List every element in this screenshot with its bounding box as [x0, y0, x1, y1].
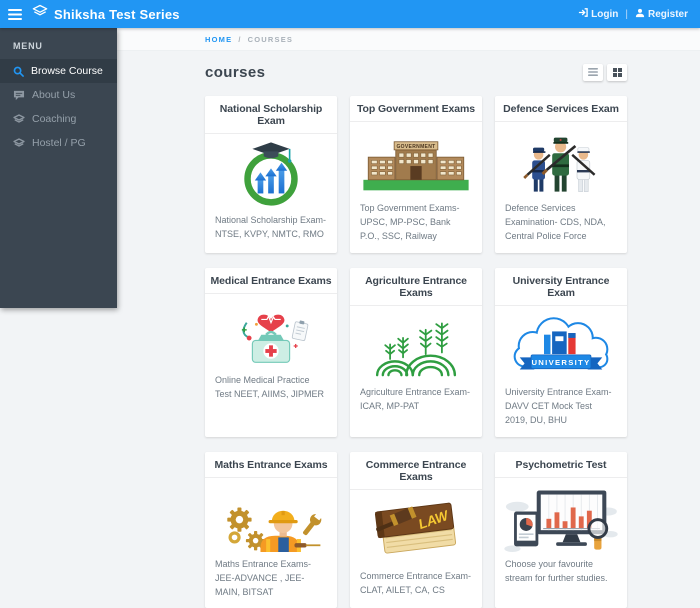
app-title: Shiksha Test Series	[54, 7, 180, 22]
page-title: courses	[205, 64, 265, 81]
hamburger-icon[interactable]	[0, 0, 30, 28]
engineer-gears-icon	[205, 478, 337, 554]
soldiers-icon	[495, 122, 627, 198]
sidebar-item-browse-course[interactable]: Browse Course	[0, 59, 117, 83]
sidebar-item-hostel-pg[interactable]: Hostel / PG	[0, 131, 117, 155]
university-cloud-icon: UNIVERSITY	[495, 306, 627, 382]
auth-separator: |	[625, 9, 628, 20]
analytics-monitor-icon	[495, 478, 627, 554]
search-icon	[13, 66, 24, 77]
course-card-agriculture[interactable]: Agriculture Entrance Exams	[350, 268, 482, 437]
university-banner-text: UNIVERSITY	[531, 358, 590, 367]
sidebar-menu-label: MENU	[0, 28, 117, 59]
layers-icon	[13, 114, 25, 125]
layers-icon	[13, 138, 25, 149]
login-arrow-icon	[578, 8, 588, 20]
course-card-defence[interactable]: Defence Services Exam	[495, 96, 627, 253]
sidebar-item-coaching[interactable]: Coaching	[0, 107, 117, 131]
breadcrumb-current: COURSES	[248, 35, 294, 44]
course-card-psychometric[interactable]: Psychometric Test	[495, 452, 627, 608]
layers-logo-icon	[32, 4, 48, 24]
course-card-top-government[interactable]: Top Government Exams	[350, 96, 482, 253]
government-building-icon: GOVERNMENT	[350, 122, 482, 198]
chat-icon	[13, 90, 25, 101]
app-header: Shiksha Test Series Login | Register	[0, 0, 700, 28]
scholarship-growth-icon	[205, 134, 337, 210]
grid-view-icon[interactable]	[607, 64, 627, 81]
breadcrumb-home-link[interactable]: HOME	[205, 35, 232, 44]
medical-kit-icon	[205, 294, 337, 370]
farm-field-icon	[350, 306, 482, 382]
login-link[interactable]: Login	[578, 8, 618, 20]
main-area: HOME / COURSES courses National Scholars…	[117, 28, 700, 532]
course-card-commerce[interactable]: Commerce Entrance Exams LAW	[350, 452, 482, 608]
government-banner-text: GOVERNMENT	[396, 144, 435, 150]
sidebar-item-about-us[interactable]: About Us	[0, 83, 117, 107]
register-link[interactable]: Register	[635, 8, 688, 21]
course-card-university[interactable]: University Entrance Exam	[495, 268, 627, 437]
sidebar: MENU Browse Course About Us Coaching	[0, 28, 117, 308]
breadcrumb: HOME / COURSES	[117, 28, 700, 51]
list-view-icon[interactable]	[583, 64, 603, 81]
course-grid: National Scholarship Exam	[205, 96, 627, 608]
course-card-maths[interactable]: Maths Entrance Exams	[205, 452, 337, 608]
law-book-icon: LAW	[350, 490, 482, 566]
course-card-national-scholarship[interactable]: National Scholarship Exam	[205, 96, 337, 253]
brand[interactable]: Shiksha Test Series	[32, 4, 180, 24]
register-person-icon	[635, 8, 645, 21]
course-card-medical[interactable]: Medical Entrance Exams	[205, 268, 337, 437]
